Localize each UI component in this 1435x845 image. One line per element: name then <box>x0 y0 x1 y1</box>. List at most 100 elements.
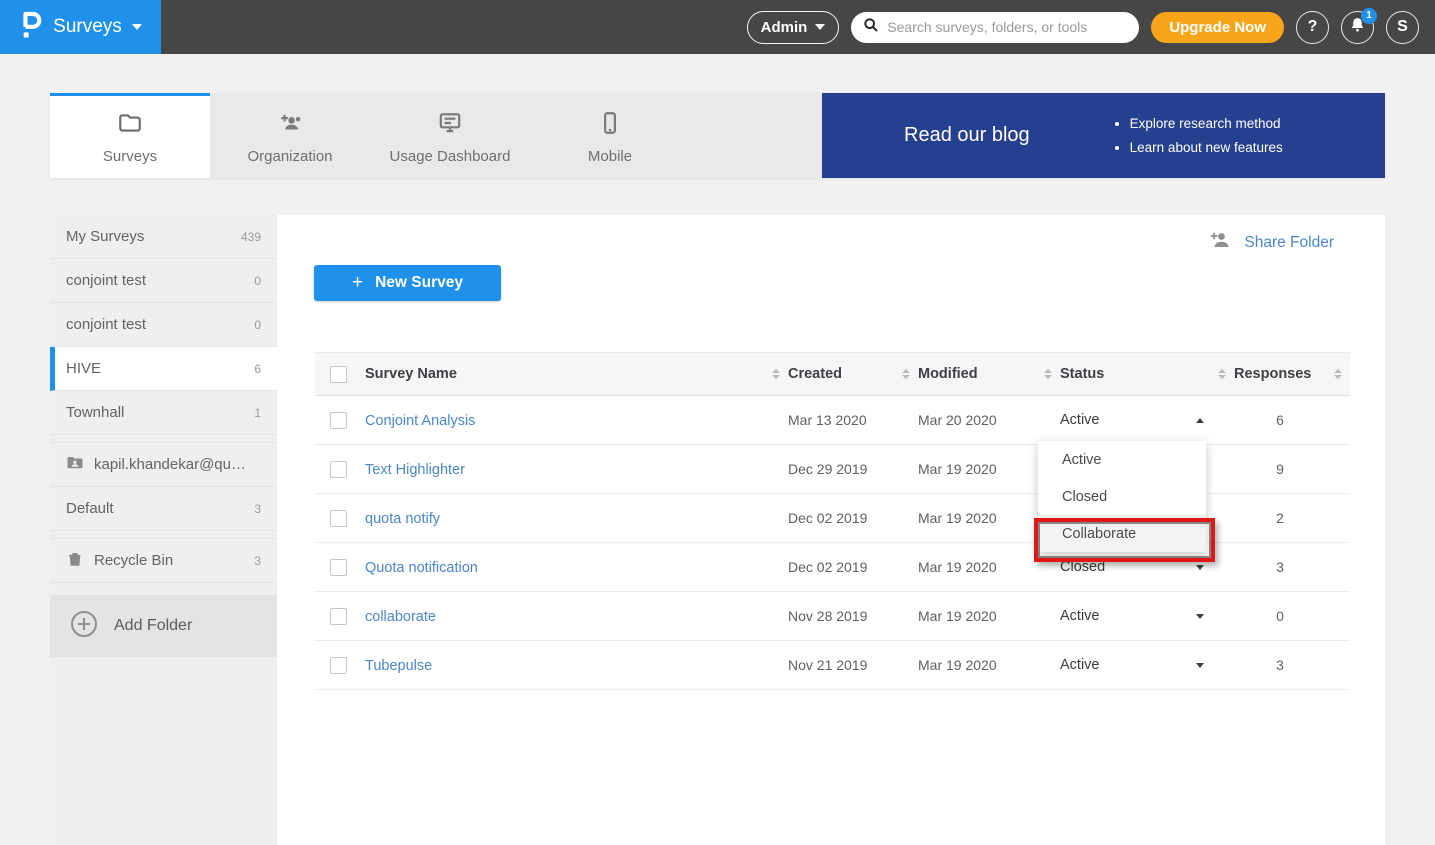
notifications-button[interactable]: 1 <box>1341 11 1374 44</box>
responses-cell: 9 <box>1234 461 1326 477</box>
admin-dropdown[interactable]: Admin <box>747 11 840 44</box>
topbar: Surveys Admin Upgrade Now ? <box>0 0 1435 54</box>
row-checkbox[interactable] <box>330 510 347 527</box>
status-option-collaborate[interactable]: Collaborate <box>1038 515 1206 552</box>
status-dropdown-trigger[interactable]: Active <box>1060 412 1210 428</box>
tab-label: Mobile <box>588 148 632 165</box>
created-cell: Dec 29 2019 <box>788 461 894 477</box>
modified-cell: Mar 19 2020 <box>918 559 1036 575</box>
share-folder-label: Share Folder <box>1244 234 1334 252</box>
select-all-checkbox[interactable] <box>330 366 347 383</box>
survey-link[interactable]: Text Highlighter <box>365 462 465 478</box>
modified-cell: Mar 19 2020 <box>918 608 1036 624</box>
trash-icon <box>66 550 84 572</box>
admin-label: Admin <box>761 19 808 36</box>
tab-organization[interactable]: Organization <box>210 93 370 178</box>
folder-count: 6 <box>254 362 261 376</box>
questionpro-logo-icon <box>19 10 43 45</box>
status-dropdown-trigger[interactable]: Closed <box>1060 559 1210 575</box>
sort-icon[interactable] <box>1036 369 1060 379</box>
status-options-menu: Active Closed Collaborate <box>1038 441 1206 552</box>
share-folder-link[interactable]: Share Folder <box>1208 228 1334 257</box>
caret-down-icon <box>1196 565 1204 574</box>
status-dropdown-trigger[interactable]: Active <box>1060 657 1210 673</box>
responses-cell: 3 <box>1234 559 1326 575</box>
banner-bullet-list: Explore research method Learn about new … <box>1130 112 1283 160</box>
global-search[interactable] <box>851 12 1139 43</box>
folder-count: 0 <box>254 274 261 288</box>
question-mark-icon: ? <box>1308 18 1318 36</box>
sidebar-item-hive[interactable]: HIVE 6 <box>50 347 277 391</box>
folder-count: 0 <box>254 318 261 332</box>
responses-cell: 6 <box>1234 412 1326 428</box>
help-button[interactable]: ? <box>1296 11 1329 44</box>
sidebar-item-default[interactable]: Default 3 <box>50 487 277 531</box>
sidebar-item-recycle-bin[interactable]: Recycle Bin 3 <box>50 539 277 583</box>
status-option-active[interactable]: Active <box>1038 441 1206 478</box>
account-avatar[interactable]: S <box>1386 11 1419 44</box>
survey-link[interactable]: Tubepulse <box>365 658 432 674</box>
sort-icon[interactable] <box>1210 369 1234 379</box>
col-created: Created <box>788 366 894 382</box>
status-option-closed[interactable]: Closed <box>1038 478 1206 515</box>
sidebar-item-shared-account[interactable]: kapil.khandekar@que… <box>50 443 277 487</box>
sidebar-item-my-surveys[interactable]: My Surveys 439 <box>50 215 277 259</box>
col-status: Status <box>1060 366 1210 382</box>
tab-mobile[interactable]: Mobile <box>530 93 690 178</box>
caret-down-icon <box>1196 663 1204 672</box>
status-dropdown-trigger[interactable]: Active <box>1060 608 1210 624</box>
sidebar-item-townhall[interactable]: Townhall 1 <box>50 391 277 435</box>
col-survey-name: Survey Name <box>365 366 764 382</box>
caret-down-icon <box>1196 614 1204 623</box>
survey-link[interactable]: quota notify <box>365 511 440 527</box>
folder-count: 439 <box>241 230 261 244</box>
folders-sidebar: My Surveys 439 conjoint test 0 conjoint … <box>50 215 277 845</box>
new-survey-button[interactable]: + New Survey <box>314 265 501 301</box>
surveys-panel: Share Folder + New Survey Survey Name Cr… <box>277 215 1385 845</box>
banner-bullet: Learn about new features <box>1130 136 1283 160</box>
product-switcher[interactable]: Surveys <box>0 0 161 54</box>
share-person-icon <box>1208 228 1232 257</box>
blog-banner[interactable]: Read our blog Explore research method Le… <box>822 93 1385 178</box>
sidebar-divider <box>50 435 277 443</box>
table-row: Tubepulse Nov 21 2019 Mar 19 2020 Active… <box>315 641 1350 690</box>
sidebar-item-conjoint-test-2[interactable]: conjoint test 0 <box>50 303 277 347</box>
tab-label: Surveys <box>103 148 157 165</box>
product-label: Surveys <box>53 16 122 38</box>
created-cell: Dec 02 2019 <box>788 510 894 526</box>
modified-cell: Mar 19 2020 <box>918 657 1036 673</box>
col-modified: Modified <box>918 366 1036 382</box>
avatar-initial: S <box>1397 18 1408 36</box>
survey-link[interactable]: Quota notification <box>365 560 478 576</box>
tabbar-spacer <box>690 93 822 178</box>
created-cell: Mar 13 2020 <box>788 412 894 428</box>
table-header-row: Survey Name Created Modified Status Resp… <box>315 352 1350 396</box>
add-folder-button[interactable]: Add Folder <box>50 595 277 657</box>
tab-label: Usage Dashboard <box>390 148 511 165</box>
row-checkbox[interactable] <box>330 608 347 625</box>
chevron-down-icon <box>132 24 142 35</box>
folder-icon <box>117 110 143 140</box>
upgrade-now-button[interactable]: Upgrade Now <box>1151 12 1284 43</box>
search-input[interactable] <box>887 19 1127 35</box>
survey-link[interactable]: collaborate <box>365 609 436 625</box>
tab-surveys[interactable]: Surveys <box>50 93 210 178</box>
shared-folder-icon <box>66 454 84 476</box>
row-checkbox[interactable] <box>330 559 347 576</box>
sort-icon[interactable] <box>1326 369 1350 379</box>
row-checkbox[interactable] <box>330 657 347 674</box>
created-cell: Dec 02 2019 <box>788 559 894 575</box>
modified-cell: Mar 20 2020 <box>918 412 1036 428</box>
chevron-down-icon <box>815 24 825 35</box>
mobile-icon <box>597 110 623 140</box>
sidebar-item-conjoint-test-1[interactable]: conjoint test 0 <box>50 259 277 303</box>
modified-cell: Mar 19 2020 <box>918 461 1036 477</box>
survey-link[interactable]: Conjoint Analysis <box>365 413 475 429</box>
tab-usage-dashboard[interactable]: Usage Dashboard <box>370 93 530 178</box>
row-checkbox[interactable] <box>330 412 347 429</box>
row-checkbox[interactable] <box>330 461 347 478</box>
tab-label: Organization <box>247 148 332 165</box>
sort-icon[interactable] <box>894 369 918 379</box>
plus-circle-icon <box>70 610 98 643</box>
sort-icon[interactable] <box>764 369 788 379</box>
